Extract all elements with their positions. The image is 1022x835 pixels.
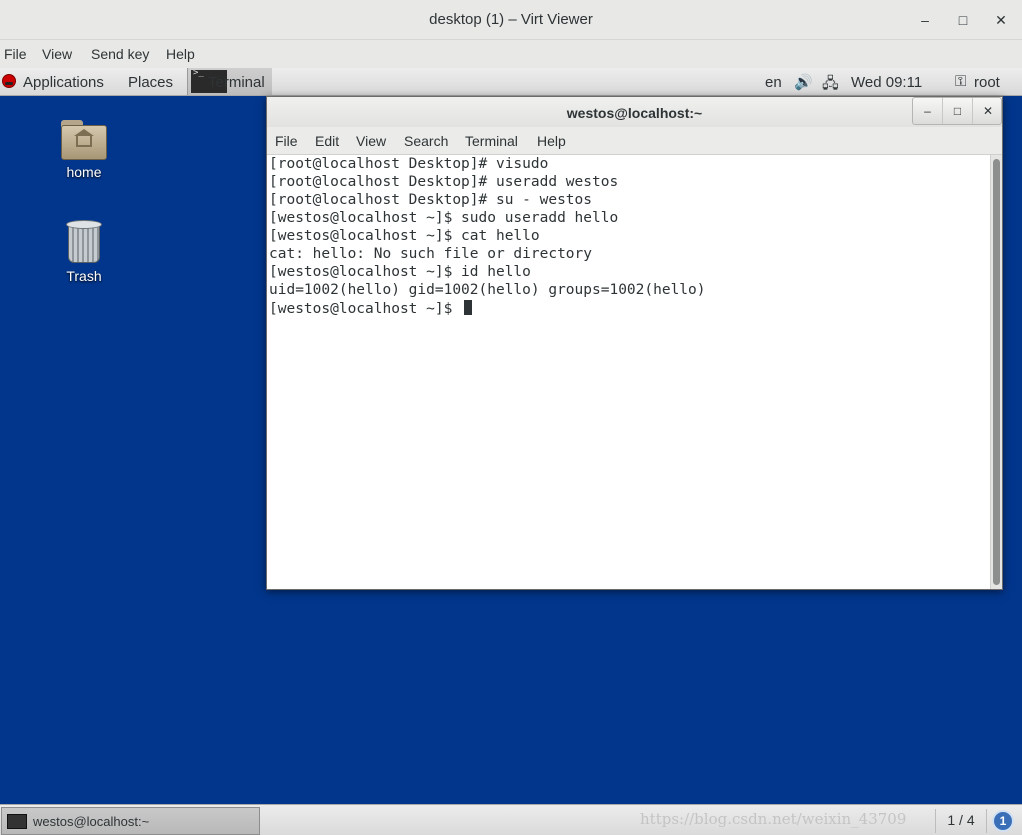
user-menu[interactable]: root [974,74,1000,91]
taskbar-terminal-button[interactable]: westos@localhost:~ [1,807,260,835]
terminal-output[interactable]: [root@localhost Desktop]# visudo [root@l… [267,155,990,589]
desktop-icon-trash[interactable]: Trash [49,220,119,284]
viewer-menu-send-key[interactable]: Send key [91,46,149,62]
terminal-titlebar[interactable]: westos@localhost:~ – □ ✕ [267,97,1002,127]
terminal-line: cat: hello: No such file or directory [269,246,593,262]
minimize-button[interactable]: – [913,8,937,32]
terminal-minimize-button[interactable]: – [913,98,943,124]
clock[interactable]: Wed 09:11 [851,74,922,91]
viewer-menu-view[interactable]: View [42,46,72,62]
terminal-menu-file[interactable]: File [275,133,298,149]
network-icon[interactable]: 🖧 [822,73,839,98]
terminal-prompt: [westos@localhost ~]$ [269,301,462,317]
terminal-title: westos@localhost:~ [566,105,703,121]
terminal-menu-help[interactable]: Help [537,133,566,149]
gnome-top-panel: Applications Places Terminal en 🔊 🖧 Wed … [0,68,1022,96]
applications-menu[interactable]: Applications [23,74,104,91]
terminal-close-button[interactable]: ✕ [973,98,1003,124]
terminal-scrollbar[interactable] [990,155,1002,589]
terminal-line: [root@localhost Desktop]# su - westos [269,192,593,208]
redhat-logo-icon [2,74,16,88]
terminal-line: [root@localhost Desktop]# visudo [269,156,549,172]
workspace-switcher[interactable]: 1 / 4 [935,809,987,833]
terminal-maximize-button[interactable]: □ [943,98,973,124]
terminal-menu-search[interactable]: Search [404,133,448,149]
terminal-prompt-line: [westos@localhost ~]$ [269,300,473,317]
terminal-task-label: Terminal [208,74,265,91]
viewer-menu-file[interactable]: File [4,46,27,62]
terminal-line: [westos@localhost ~]$ sudo useradd hello [269,210,619,226]
viewer-titlebar: desktop (1) – Virt Viewer – □ ✕ [0,0,1022,40]
watermark-text: https://blog.csdn.net/weixin_43709 [640,810,907,828]
terminal-cursor [464,300,473,315]
user-icon[interactable]: ⚿ [955,73,966,90]
terminal-line: [root@localhost Desktop]# useradd westos [269,174,619,190]
home-folder-icon [61,120,107,160]
keyboard-layout-indicator[interactable]: en [765,74,782,91]
viewer-menubar: File View Send key Help [0,40,1022,68]
terminal-menu-terminal[interactable]: Terminal [465,133,518,149]
desktop-icon-label: Trash [66,268,102,284]
terminal-menu-edit[interactable]: Edit [315,133,339,149]
terminal-window-controls: – □ ✕ [912,97,1002,125]
viewer-menu-help[interactable]: Help [166,46,195,62]
terminal-scrollbar-thumb[interactable] [993,159,1000,585]
volume-icon[interactable]: 🔊 [794,73,813,91]
terminal-menubar: File Edit View Search Terminal Help [267,127,1002,155]
desktop-icon-home[interactable]: home [49,120,119,180]
close-button[interactable]: ✕ [989,8,1013,32]
notification-badge[interactable]: 1 [992,810,1014,832]
terminal-taskbar-button[interactable]: Terminal [187,68,272,95]
terminal-window: westos@localhost:~ – □ ✕ File Edit View … [266,96,1003,590]
gnome-bottom-panel: westos@localhost:~ https://blog.csdn.net… [0,804,1022,835]
viewer-title: desktop (1) – Virt Viewer [429,11,593,28]
maximize-button[interactable]: □ [951,8,975,32]
terminal-line: uid=1002(hello) gid=1002(hello) groups=1… [269,282,706,298]
trash-icon [66,220,102,264]
desktop-icon-label: home [66,164,102,180]
terminal-line: [westos@localhost ~]$ id hello [269,264,531,280]
taskbar-label: westos@localhost:~ [33,814,150,829]
terminal-line: [westos@localhost ~]$ cat hello [269,228,540,244]
terminal-menu-view[interactable]: View [356,133,386,149]
guest-display[interactable]: Applications Places Terminal en 🔊 🖧 Wed … [0,68,1022,835]
terminal-icon [7,814,27,829]
places-menu[interactable]: Places [128,74,173,91]
